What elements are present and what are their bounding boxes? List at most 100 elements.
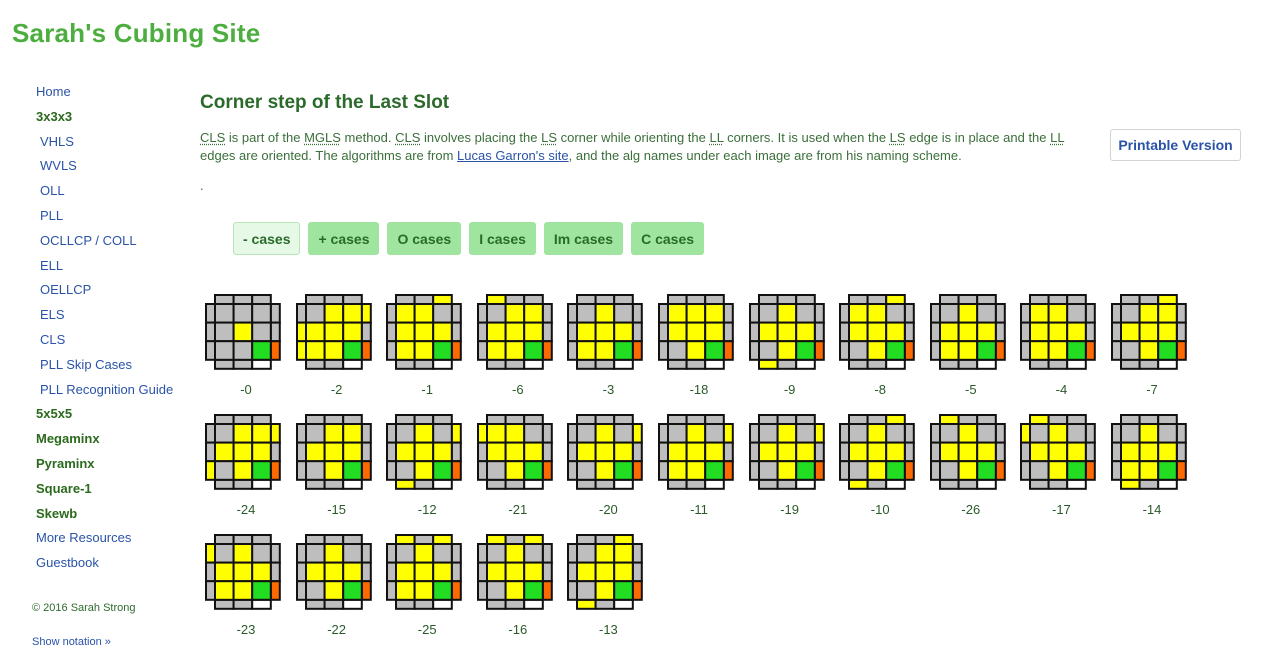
filter-button[interactable]: C cases [631, 222, 705, 255]
front-sticker [794, 358, 816, 370]
cls-case[interactable]: -0 [204, 293, 288, 399]
filter-button[interactable]: + cases [308, 222, 380, 255]
back-sticker [485, 534, 507, 545]
cls-case[interactable]: -13 [566, 533, 650, 639]
sidebar-item-home[interactable]: Home [36, 84, 71, 99]
left-sticker [1020, 321, 1032, 343]
filter-button[interactable]: I cases [469, 222, 536, 255]
cls-case[interactable]: -7 [1110, 293, 1194, 399]
cls-case[interactable]: -6 [476, 293, 560, 399]
lucas-garron-link[interactable]: Lucas Garron's site [457, 148, 569, 163]
top-sticker [341, 441, 363, 463]
cls-case[interactable]: -10 [838, 413, 922, 519]
cls-case[interactable]: -26 [929, 413, 1013, 519]
top-sticker [323, 340, 344, 361]
right-sticker [1175, 321, 1187, 343]
top-sticker [232, 580, 254, 601]
show-notation-link[interactable]: Show notation » [32, 636, 111, 648]
sidebar-item-more-resources[interactable]: More Resources [36, 530, 131, 545]
sidebar-item-oll[interactable]: OLL [40, 183, 65, 198]
sidebar-item-vhls[interactable]: VHLS [40, 134, 74, 149]
cube-diagram [1020, 414, 1097, 490]
case-label: -25 [417, 622, 437, 637]
top-sticker [613, 580, 635, 601]
back-sticker [323, 534, 344, 545]
cls-case[interactable]: -24 [204, 413, 288, 519]
left-sticker [567, 340, 579, 361]
cls-case[interactable]: -12 [385, 413, 469, 519]
cls-case[interactable]: -2 [295, 293, 379, 399]
left-sticker [839, 460, 851, 481]
cls-case[interactable]: -5 [929, 293, 1013, 399]
front-sticker [685, 478, 707, 490]
sidebar-item-pll-skip-cases[interactable]: PLL Skip Cases [40, 357, 132, 372]
top-sticker [938, 340, 960, 361]
sidebar-item-pyraminx[interactable]: Pyraminx [36, 456, 95, 471]
top-sticker [957, 340, 978, 361]
printable-version-button[interactable]: Printable Version [1110, 129, 1241, 161]
cls-case[interactable]: -1 [385, 293, 469, 399]
left-sticker [929, 423, 941, 444]
cls-case[interactable]: -11 [657, 413, 741, 519]
cls-case[interactable]: -17 [1019, 413, 1103, 519]
top-sticker [794, 303, 816, 324]
left-sticker [658, 423, 669, 444]
left-sticker [386, 321, 398, 343]
cls-case[interactable]: -22 [295, 533, 379, 639]
filter-button[interactable]: Im cases [543, 222, 624, 255]
cls-case[interactable]: -9 [748, 293, 832, 399]
right-sticker [903, 423, 915, 444]
sidebar-item-megaminx[interactable]: Megaminx [36, 431, 100, 446]
site-title[interactable]: Sarah's Cubing Site [12, 18, 260, 49]
top-sticker [395, 561, 416, 583]
right-sticker [903, 441, 915, 463]
cls-case[interactable]: -16 [476, 533, 560, 639]
front-sticker [667, 358, 688, 370]
cls-case[interactable]: -25 [385, 533, 469, 639]
sidebar-item-5x5x5[interactable]: 5x5x5 [36, 406, 72, 421]
top-sticker [685, 303, 707, 324]
cls-case[interactable]: -4 [1019, 293, 1103, 399]
top-sticker [1029, 303, 1050, 324]
case-filter-bar: - cases + cases O cases I cases Im cases C ca… [233, 222, 705, 255]
sidebar-item-ocllcp-coll[interactable]: OCLLCP / COLL [40, 233, 137, 248]
top-sticker [613, 423, 635, 444]
sidebar-item-square-1[interactable]: Square-1 [36, 481, 92, 496]
cls-case[interactable]: -23 [204, 533, 288, 639]
cls-case[interactable]: -15 [295, 413, 379, 519]
cls-case[interactable]: -18 [657, 293, 741, 399]
cls-case[interactable]: -3 [566, 293, 650, 399]
case-label: -4 [1055, 382, 1068, 397]
sidebar-item-ell[interactable]: ELL [40, 258, 63, 273]
back-sticker [1047, 414, 1069, 425]
sidebar-item-els[interactable]: ELS [40, 307, 65, 322]
sidebar-item-skewb[interactable]: Skewb [36, 506, 77, 521]
top-sticker [957, 303, 978, 324]
sidebar-item-3x3x3[interactable]: 3x3x3 [36, 109, 72, 124]
cls-case[interactable]: -19 [748, 413, 832, 519]
back-sticker [776, 294, 797, 305]
sidebar-item-pll[interactable]: PLL [40, 208, 63, 223]
front-sticker [232, 598, 254, 610]
filter-button[interactable]: O cases [387, 222, 462, 255]
sidebar-item-guestbook[interactable]: Guestbook [36, 555, 99, 570]
left-sticker [1020, 423, 1032, 444]
top-sticker [214, 340, 235, 361]
sidebar-item-pll-recognition-guide[interactable]: PLL Recognition Guide [40, 382, 173, 397]
cls-case[interactable]: -21 [476, 413, 560, 519]
front-sticker [594, 478, 616, 490]
right-sticker [994, 460, 1006, 481]
left-sticker [748, 460, 760, 481]
top-sticker [848, 441, 869, 463]
cls-case[interactable]: -8 [838, 293, 922, 399]
left-sticker [839, 303, 851, 324]
sidebar-item-cls[interactable]: CLS [40, 332, 65, 347]
cls-case[interactable]: -20 [566, 413, 650, 519]
top-sticker [1120, 303, 1141, 324]
back-sticker [395, 294, 416, 305]
sidebar-item-wvls[interactable]: WVLS [40, 158, 77, 173]
filter-button[interactable]: - cases [233, 222, 301, 255]
cls-case[interactable]: -14 [1110, 413, 1194, 519]
top-sticker [1047, 441, 1069, 463]
sidebar-item-oellcp[interactable]: OELLCP [40, 282, 91, 297]
